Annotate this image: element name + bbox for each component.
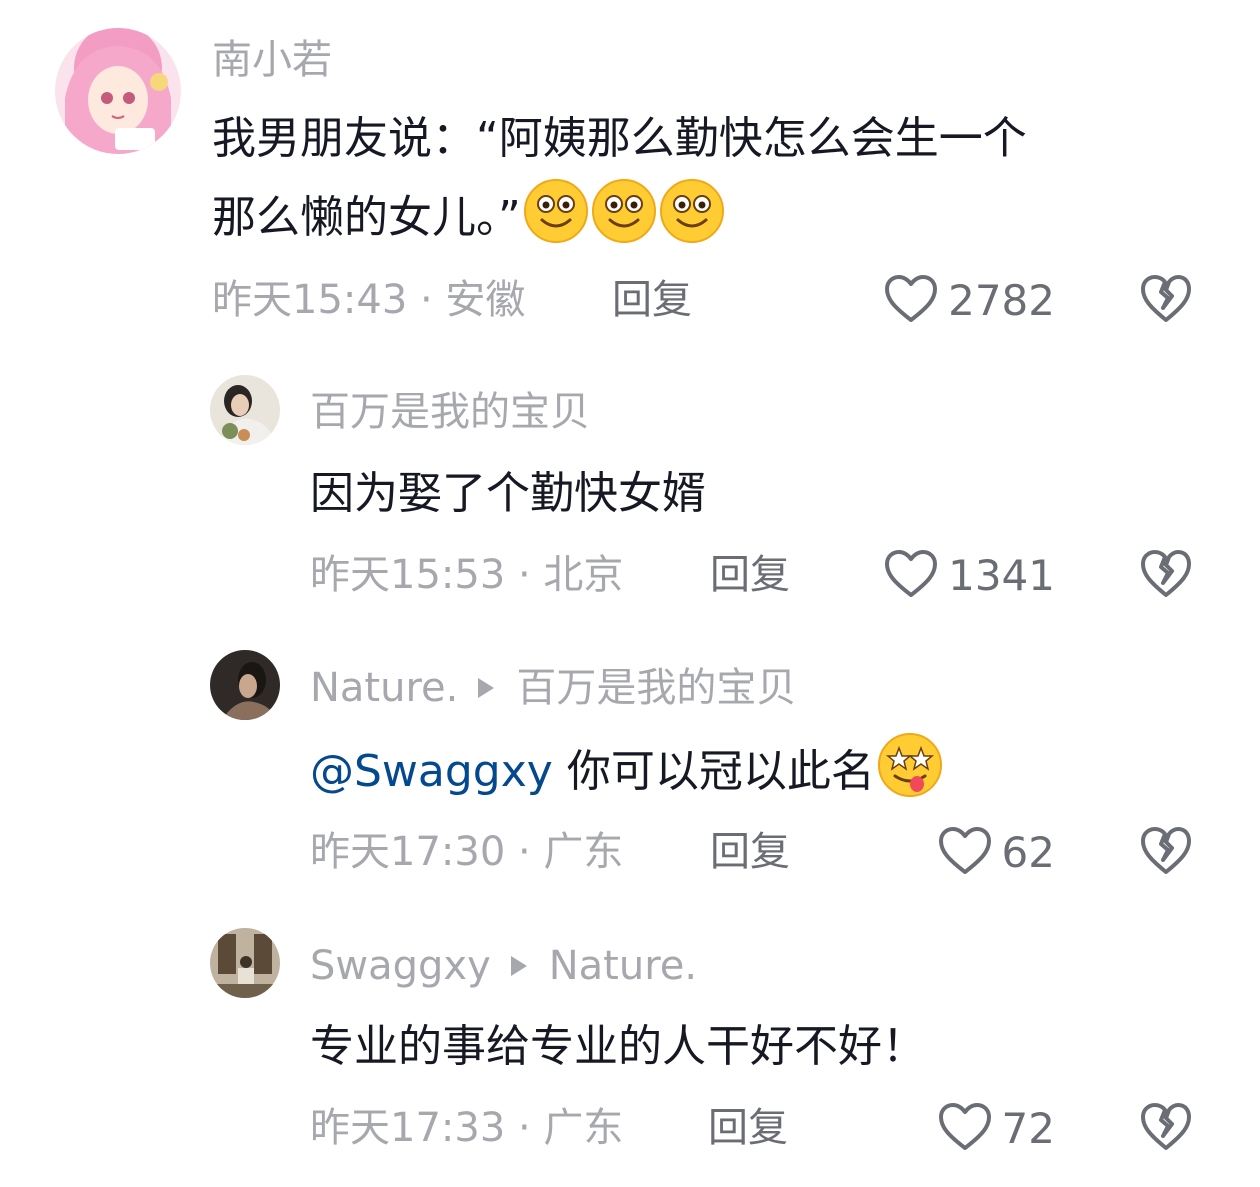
avatar[interactable]	[210, 928, 280, 998]
comment-text: @Swaggxy 你可以冠以此名	[310, 732, 943, 811]
comment-text: 我男朋友说：“阿姨那么勤快怎么会生一个 那么懒的女儿。”	[212, 100, 1027, 257]
like-count: 72	[1001, 1104, 1055, 1153]
username-text: 百万是我的宝贝	[310, 389, 590, 435]
comment-text: 专业的事给专业的人干好不好！	[310, 1008, 926, 1086]
comment-item: Nature. 百万是我的宝贝 @Swaggxy 你可以冠以此名 昨天17:30…	[0, 620, 1260, 900]
heart-icon	[938, 1102, 992, 1156]
like-button[interactable]: 2782	[884, 274, 1055, 328]
comment-time-location: 昨天15:43 · 安徽	[212, 277, 526, 323]
comment-time-location: 昨天17:33 · 广东	[310, 1105, 624, 1151]
broken-heart-icon	[1140, 827, 1192, 880]
like-button[interactable]: 1341	[884, 549, 1055, 603]
grin-emoji	[523, 178, 589, 244]
comment-time-location: 昨天17:30 · 广东	[310, 829, 624, 875]
reply-arrow-icon	[478, 678, 495, 698]
avatar[interactable]	[210, 375, 280, 445]
comment-text-line-1: 你可以冠以此名	[552, 746, 875, 797]
reply-to-username[interactable]: 百万是我的宝贝	[516, 668, 796, 708]
comment-text-line-2: 那么懒的女儿。”	[212, 192, 521, 243]
comment-text: 因为娶了个勤快女婿	[310, 455, 706, 533]
like-button[interactable]: 72	[938, 1102, 1055, 1156]
reply-button[interactable]: 回复	[612, 280, 692, 320]
username-text: 南小若	[212, 37, 332, 83]
comment-text-line-1: 专业的事给专业的人干好不好！	[310, 1021, 926, 1072]
comment-text-line-1: 我男朋友说：“阿姨那么勤快怎么会生一个	[212, 113, 1027, 164]
like-button[interactable]: 62	[938, 826, 1055, 880]
heart-icon	[884, 274, 938, 328]
like-count: 2782	[948, 276, 1055, 325]
grin-emoji	[591, 178, 657, 244]
comment-item: 百万是我的宝贝 因为娶了个勤快女婿 昨天15:53 · 北京 回复 1341	[0, 340, 1260, 620]
heart-icon	[938, 826, 992, 880]
dislike-button[interactable]	[1140, 274, 1192, 328]
reply-button[interactable]: 回复	[710, 555, 790, 595]
username-text: Nature.	[310, 665, 459, 711]
heart-icon	[884, 549, 938, 603]
reply-button[interactable]: 回复	[710, 832, 790, 872]
comment-item: Swaggxy Nature. 专业的事给专业的人干好不好！ 昨天17:33 ·…	[0, 900, 1260, 1187]
username[interactable]: 百万是我的宝贝	[310, 392, 590, 432]
broken-heart-icon	[1140, 550, 1192, 603]
dislike-button[interactable]	[1140, 1102, 1192, 1156]
mention-link[interactable]: @Swaggxy	[310, 746, 553, 797]
reply-button[interactable]: 回复	[708, 1108, 788, 1148]
comment-text-line-1: 因为娶了个勤快女婿	[310, 468, 706, 519]
username[interactable]: 南小若	[212, 40, 332, 80]
comment-item: 南小若 我男朋友说：“阿姨那么勤快怎么会生一个 那么懒的女儿。” 昨天15:43…	[0, 0, 1260, 340]
broken-heart-icon	[1140, 275, 1192, 328]
like-count: 62	[1001, 828, 1055, 877]
grin-emoji	[659, 178, 725, 244]
avatar[interactable]	[55, 28, 181, 154]
dislike-button[interactable]	[1140, 549, 1192, 603]
broken-heart-icon	[1140, 1103, 1192, 1156]
reply-arrow-icon	[510, 956, 527, 976]
username[interactable]: Nature. 百万是我的宝贝	[310, 668, 796, 708]
username-text: Swaggxy	[310, 943, 491, 989]
like-count: 1341	[948, 551, 1055, 600]
avatar[interactable]	[210, 650, 280, 720]
username[interactable]: Swaggxy Nature.	[310, 946, 697, 986]
drooling-star-emoji	[877, 732, 943, 798]
reply-to-username[interactable]: Nature.	[549, 946, 697, 986]
dislike-button[interactable]	[1140, 826, 1192, 880]
comment-time-location: 昨天15:53 · 北京	[310, 552, 624, 598]
